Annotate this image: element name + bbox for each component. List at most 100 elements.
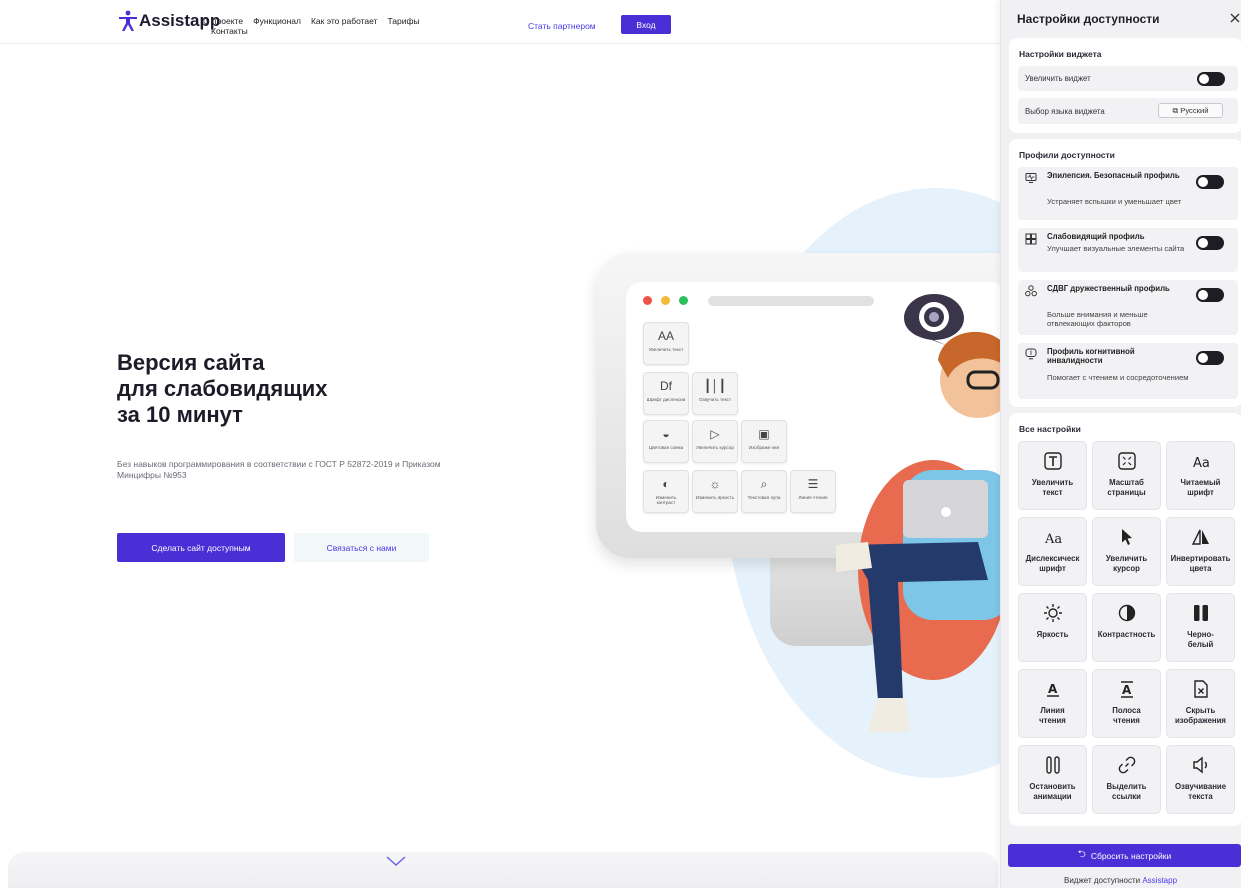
profile-toggle[interactable] bbox=[1196, 288, 1224, 302]
contrast-icon bbox=[1118, 604, 1135, 622]
profile-low-vision[interactable]: Слабовидящий профиль Улучшает визуальные… bbox=[1018, 228, 1238, 272]
invert-icon bbox=[1191, 529, 1209, 545]
hero-title-line: за 10 минут bbox=[117, 402, 243, 427]
widget-footer: Виджет доступности Assistapp bbox=[1000, 876, 1241, 885]
language-value: Русский bbox=[1180, 106, 1209, 115]
tile-stop-animations[interactable]: Остановить анимации bbox=[1018, 745, 1087, 814]
mini-tile-label: Цветовая схема bbox=[648, 445, 684, 450]
grayscale-icon bbox=[1193, 605, 1208, 621]
site-header: Assistapp О проекте Функционал Как это раб… bbox=[0, 0, 1000, 44]
profile-toggle[interactable] bbox=[1196, 236, 1224, 250]
readable-font-icon: Aa bbox=[1193, 456, 1210, 471]
language-select[interactable]: ⧉ Русский bbox=[1158, 103, 1223, 118]
chevron-down-icon[interactable] bbox=[385, 854, 407, 868]
login-button[interactable]: Вход bbox=[621, 15, 671, 34]
mini-tile: ▣ Изображе ния bbox=[741, 420, 787, 463]
tile-brightness[interactable]: Яркость bbox=[1018, 593, 1087, 662]
profile-cognitive[interactable]: Профиль когнитивной инвалидности Помогае… bbox=[1018, 343, 1238, 399]
reset-settings-button[interactable]: ⮌ Сбросить настройки bbox=[1008, 844, 1241, 867]
partner-link[interactable]: Стать партнером bbox=[528, 21, 596, 31]
person-with-laptop-illustration bbox=[836, 331, 1016, 732]
mini-tile-label: Озвучить текст bbox=[698, 397, 732, 402]
mini-tile: Df Шрифт дислексии bbox=[643, 372, 689, 415]
tile-label: Контрастность bbox=[1097, 630, 1156, 639]
enlarge-widget-row[interactable]: Увеличить виджет bbox=[1018, 66, 1238, 91]
mini-tile-glyph: ◐ bbox=[662, 477, 670, 491]
profile-toggle[interactable] bbox=[1196, 351, 1224, 365]
dyslexia-font-icon: Aa bbox=[1044, 532, 1062, 547]
tile-enlarge-text[interactable]: Увеличить текст bbox=[1018, 441, 1087, 510]
widget-language-label: Выбор языка виджета bbox=[1025, 107, 1105, 116]
nav-pricing[interactable]: Тарифы bbox=[388, 16, 420, 26]
profile-toggle[interactable] bbox=[1196, 175, 1224, 189]
monitor-pulse-icon bbox=[1025, 173, 1037, 183]
mini-tile-label: Изображе ния bbox=[748, 445, 780, 450]
tile-reading-line[interactable]: A Линия чтения bbox=[1018, 669, 1087, 738]
nav-how-it-works[interactable]: Как это работает bbox=[311, 16, 378, 26]
mini-tile-glyph: ☼ bbox=[709, 477, 721, 491]
profile-name: СДВГ дружественный профиль bbox=[1047, 284, 1170, 293]
profiles-title: Профили доступности bbox=[1019, 150, 1115, 160]
svg-text:Aa: Aa bbox=[1193, 456, 1210, 471]
enlarge-widget-toggle[interactable] bbox=[1197, 72, 1225, 86]
profile-adhd[interactable]: СДВГ дружественный профиль Больше вниман… bbox=[1018, 280, 1238, 335]
profile-epilepsy[interactable]: Эпилепсия. Безопасный профиль Устраняет … bbox=[1018, 167, 1238, 220]
profile-name: Профиль когнитивной инвалидности bbox=[1047, 347, 1135, 365]
profile-description: Помогает с чтением и сосредоточением bbox=[1047, 373, 1189, 382]
translate-icon: ⧉ bbox=[1172, 105, 1179, 115]
profile-description: Больше внимания и меньше отвлекающих фак… bbox=[1047, 310, 1148, 328]
nav-contacts[interactable]: Контакты bbox=[203, 26, 420, 36]
tile-label: Озвучивание текста bbox=[1174, 782, 1227, 801]
mini-tile-glyph: ◒ bbox=[662, 427, 670, 441]
close-icon[interactable] bbox=[1229, 12, 1241, 24]
mini-tile-glyph: Df bbox=[660, 379, 672, 393]
tile-enlarge-cursor[interactable]: Увеличить курсор bbox=[1092, 517, 1161, 586]
cluster-icon bbox=[1025, 285, 1037, 297]
tile-label: Читаемый шрифт bbox=[1180, 478, 1221, 497]
widget-language-row: Выбор языка виджета ⧉ Русский bbox=[1018, 98, 1238, 124]
logo-person-icon bbox=[118, 10, 138, 32]
profile-description: Устраняет вспышки и уменьшает цвет bbox=[1047, 197, 1182, 206]
footer-prefix: Виджет доступности bbox=[1063, 876, 1141, 885]
reading-line-icon: A bbox=[1046, 682, 1059, 697]
tile-grayscale[interactable]: Черно- белый bbox=[1166, 593, 1235, 662]
footer-brand-link[interactable]: Assistapp bbox=[1142, 876, 1177, 885]
tile-contrast[interactable]: Контрастность bbox=[1092, 593, 1161, 662]
mini-tile-glyph: ┃│┃ bbox=[704, 379, 726, 393]
mini-tile: ⌕ Текстовая лупа bbox=[741, 470, 787, 513]
tile-label: Линия чтения bbox=[1039, 706, 1066, 725]
tile-highlight-links[interactable]: Выделить ссылки bbox=[1092, 745, 1161, 814]
mini-tile: ▷ Увеличить курсор bbox=[692, 420, 738, 463]
panel-title: Настройки доступности bbox=[1017, 12, 1160, 26]
mini-tile: ◒ Цветовая схема bbox=[643, 420, 689, 463]
tile-text-to-speech[interactable]: Озвучивание текста bbox=[1166, 745, 1235, 814]
tile-readable-font[interactable]: Aa Читаемый шрифт bbox=[1166, 441, 1235, 510]
profiles-card: Профили доступности Эпилепсия. Безопасны… bbox=[1009, 139, 1241, 407]
hero-title-line: Версия сайта bbox=[117, 350, 265, 375]
mini-tile-glyph: ▣ bbox=[758, 427, 770, 441]
tile-label: Увеличить текст bbox=[1031, 478, 1074, 497]
speaker-icon bbox=[1192, 756, 1207, 774]
tile-hide-images[interactable]: Скрыть изображения bbox=[1166, 669, 1235, 738]
tile-label: Выделить ссылки bbox=[1106, 782, 1147, 801]
svg-text:A: A bbox=[1122, 683, 1132, 697]
profile-name: Слабовидящий профиль bbox=[1047, 232, 1145, 241]
tile-reading-strip[interactable]: A Полоса чтения bbox=[1092, 669, 1161, 738]
undo-icon: ⮌ bbox=[1077, 849, 1086, 860]
tile-page-scale[interactable]: Масштаб страницы bbox=[1092, 441, 1161, 510]
svg-text:Aa: Aa bbox=[1044, 532, 1062, 547]
mini-tile: AA Увеличить текст bbox=[643, 322, 689, 365]
nav-features[interactable]: Функционал bbox=[253, 16, 301, 26]
all-settings-card: Все настройки Увеличить текст Масштаб ст… bbox=[1009, 413, 1241, 826]
tile-invert-colors[interactable]: Инвертировать цвета bbox=[1166, 517, 1235, 586]
enlarge-widget-label: Увеличить виджет bbox=[1025, 74, 1091, 83]
pause-icon bbox=[1045, 756, 1060, 774]
widget-settings-card: Настройки виджета Увеличить виджет Выбор… bbox=[1009, 38, 1241, 133]
tile-dyslexia-font[interactable]: Aa Дислексическ шрифт bbox=[1018, 517, 1087, 586]
hero-title: Версия сайта для слабовидящих за 10 мину… bbox=[117, 350, 437, 428]
contact-us-button[interactable]: Связаться с нами bbox=[294, 533, 429, 562]
tile-label: Полоса чтения bbox=[1112, 706, 1141, 725]
make-accessible-button[interactable]: Сделать сайт доступным bbox=[117, 533, 285, 562]
nav-about[interactable]: О проекте bbox=[203, 16, 243, 26]
text-size-icon bbox=[1043, 452, 1062, 470]
